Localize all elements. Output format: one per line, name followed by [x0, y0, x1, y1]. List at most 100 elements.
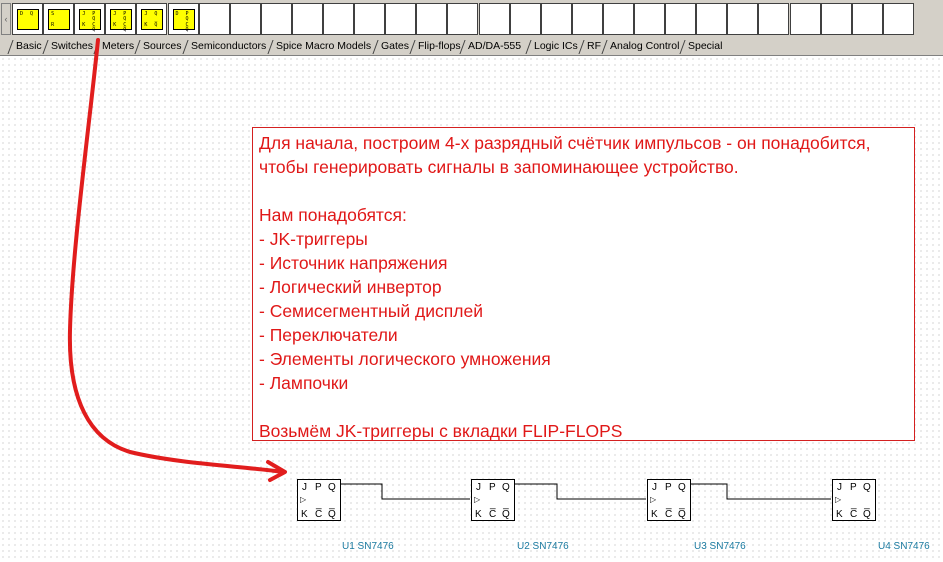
toolbar-empty-slot[interactable]: [416, 3, 448, 35]
tab-meters[interactable]: Meters: [99, 40, 134, 53]
pin-q: Q: [678, 482, 686, 493]
toolbar-jk-flipflop-selected-icon[interactable]: JP QKC Q̅: [74, 3, 106, 35]
pin-c: C̅: [489, 509, 497, 520]
pin-k: K: [836, 509, 843, 520]
pin-q: Q: [328, 482, 336, 493]
pin-j: J: [837, 482, 842, 493]
toolbar-empty-slot[interactable]: [602, 3, 634, 35]
component-toolbar: ‹ DQ SR JP QKC Q̅ J P QKC Q̅ J Q K Q̅ D P QC Q̅: [0, 0, 943, 39]
pin-qbar: Q̅: [678, 509, 686, 520]
tab-logic-ics[interactable]: Logic ICs: [531, 40, 578, 53]
toolbar-empty-slot[interactable]: [540, 3, 572, 35]
pin-j: J: [302, 482, 307, 493]
toolbar-empty-slot[interactable]: [789, 3, 821, 35]
pin-p: P: [489, 482, 496, 493]
tab-special[interactable]: Special: [685, 40, 722, 53]
pin-k: K: [651, 509, 658, 520]
toolbar-d-flipflop-2-icon[interactable]: DP QC Q̅: [167, 3, 199, 35]
note-line: Для начала, построим 4-х разрядный счётч…: [259, 133, 871, 153]
pin-j: J: [476, 482, 481, 493]
toolbar-empty-slot[interactable]: [198, 3, 230, 35]
pin-k: K: [301, 509, 308, 520]
component-tabs: Basic Switches Meters Sources Semiconduc…: [0, 38, 943, 56]
tab-gates[interactable]: Gates: [378, 40, 409, 53]
tab-sources[interactable]: Sources: [140, 40, 182, 53]
tab-rf[interactable]: RF: [584, 40, 601, 53]
toolbar-empty-slot[interactable]: [323, 3, 354, 35]
tab-ad-da-555[interactable]: AD/DA-555: [465, 40, 521, 53]
pin-k: K: [475, 509, 482, 520]
pin-qbar: Q̅: [863, 509, 871, 520]
tab-analog-control[interactable]: Analog Control: [607, 40, 679, 53]
pin-p: P: [315, 482, 322, 493]
toolbar-empty-slot[interactable]: [291, 3, 323, 35]
component-label: U4 SN7476: [878, 541, 930, 552]
note-line: Нам понадобятся:: [259, 205, 407, 225]
toolbar-empty-slot[interactable]: [260, 3, 292, 35]
clock-input-icon: ▷: [650, 495, 657, 504]
tab-basic[interactable]: Basic: [13, 40, 42, 53]
toolbar-d-flipflop-icon[interactable]: DQ: [12, 3, 43, 35]
jk-flipflop-3[interactable]: J P Q K C̅ Q̅ ▷: [647, 479, 691, 521]
tab-semiconductors[interactable]: Semiconductors: [188, 40, 266, 53]
chip-icon: SR: [48, 9, 71, 30]
toolbar-empty-slot[interactable]: [354, 3, 386, 35]
pin-p: P: [850, 482, 857, 493]
clock-input-icon: ▷: [835, 495, 842, 504]
clock-input-icon: ▷: [300, 495, 307, 504]
note-line: - Источник напряжения: [259, 253, 448, 273]
chip-icon: DP QC Q̅: [172, 9, 195, 33]
toolbar-empty-slot[interactable]: [758, 3, 790, 35]
note-line: - Переключатели: [259, 325, 398, 345]
pin-j: J: [652, 482, 657, 493]
pin-c: C̅: [665, 509, 673, 520]
toolbar-empty-slot[interactable]: [727, 3, 759, 35]
pin-c: C̅: [315, 509, 323, 520]
tab-flip-flops[interactable]: Flip-flops: [415, 40, 461, 53]
tab-spice-macro-models[interactable]: Spice Macro Models: [273, 40, 371, 53]
note-line: - JK-триггеры: [259, 229, 368, 249]
toolbar-empty-slot[interactable]: [571, 3, 603, 35]
pin-q: Q: [502, 482, 510, 493]
toolbar-empty-slot[interactable]: [882, 3, 914, 35]
pin-c: C̅: [850, 509, 858, 520]
toolbar-empty-slot[interactable]: [447, 3, 479, 35]
note-line: Возьмём JK-триггеры с вкладки FLIP-FLOPS: [259, 421, 623, 441]
tab-switches[interactable]: Switches: [48, 40, 93, 53]
pin-qbar: Q̅: [328, 509, 336, 520]
jk-flipflop-1[interactable]: J P Q K C̅ Q̅ ▷: [297, 479, 341, 521]
note-line: [259, 179, 908, 203]
note-line: - Лампочки: [259, 373, 349, 393]
toolbar-jk-flipflop-3-icon[interactable]: J Q K Q̅: [136, 3, 168, 35]
toolbar-empty-slot[interactable]: [851, 3, 883, 35]
toolbar-empty-slot[interactable]: [696, 3, 728, 35]
chip-icon: J Q K Q̅: [141, 9, 164, 30]
chip-icon: DQ: [17, 9, 39, 30]
chip-icon: JP QKC Q̅: [110, 9, 133, 33]
toolbar-jk-flipflop-2-icon[interactable]: JP QKC Q̅: [105, 3, 137, 35]
toolbar-empty-slot[interactable]: [478, 3, 510, 35]
pin-p: P: [665, 482, 672, 493]
note-line: - Элементы логического умножения: [259, 349, 551, 369]
instruction-note: Для начала, построим 4-х разрядный счётч…: [252, 127, 915, 441]
pin-qbar: Q̅: [502, 509, 510, 520]
chip-icon: JP QKC Q̅: [79, 9, 102, 33]
note-line: [259, 395, 908, 419]
clock-input-icon: ▷: [474, 495, 481, 504]
component-label: U1 SN7476: [342, 541, 394, 552]
note-line: чтобы генерировать сигналы в запоминающе…: [259, 157, 739, 177]
note-line: - Семисегментный дисплей: [259, 301, 483, 321]
toolbar-empty-slot[interactable]: [229, 3, 261, 35]
toolbar-sr-flipflop-icon[interactable]: SR: [43, 3, 75, 35]
toolbar-empty-slot[interactable]: [665, 3, 697, 35]
note-line: - Логический инвертор: [259, 277, 442, 297]
jk-flipflop-2[interactable]: J P Q K C̅ Q̅ ▷: [471, 479, 515, 521]
toolbar-empty-slot[interactable]: [820, 3, 852, 35]
toolbar-empty-slot[interactable]: [509, 3, 541, 35]
component-label: U2 SN7476: [517, 541, 569, 552]
toolbar-empty-slot[interactable]: [634, 3, 665, 35]
chevron-left-icon[interactable]: ‹: [1, 3, 11, 35]
pin-q: Q: [863, 482, 871, 493]
jk-flipflop-4[interactable]: J P Q K C̅ Q̅ ▷: [832, 479, 876, 521]
toolbar-empty-slot[interactable]: [385, 3, 417, 35]
